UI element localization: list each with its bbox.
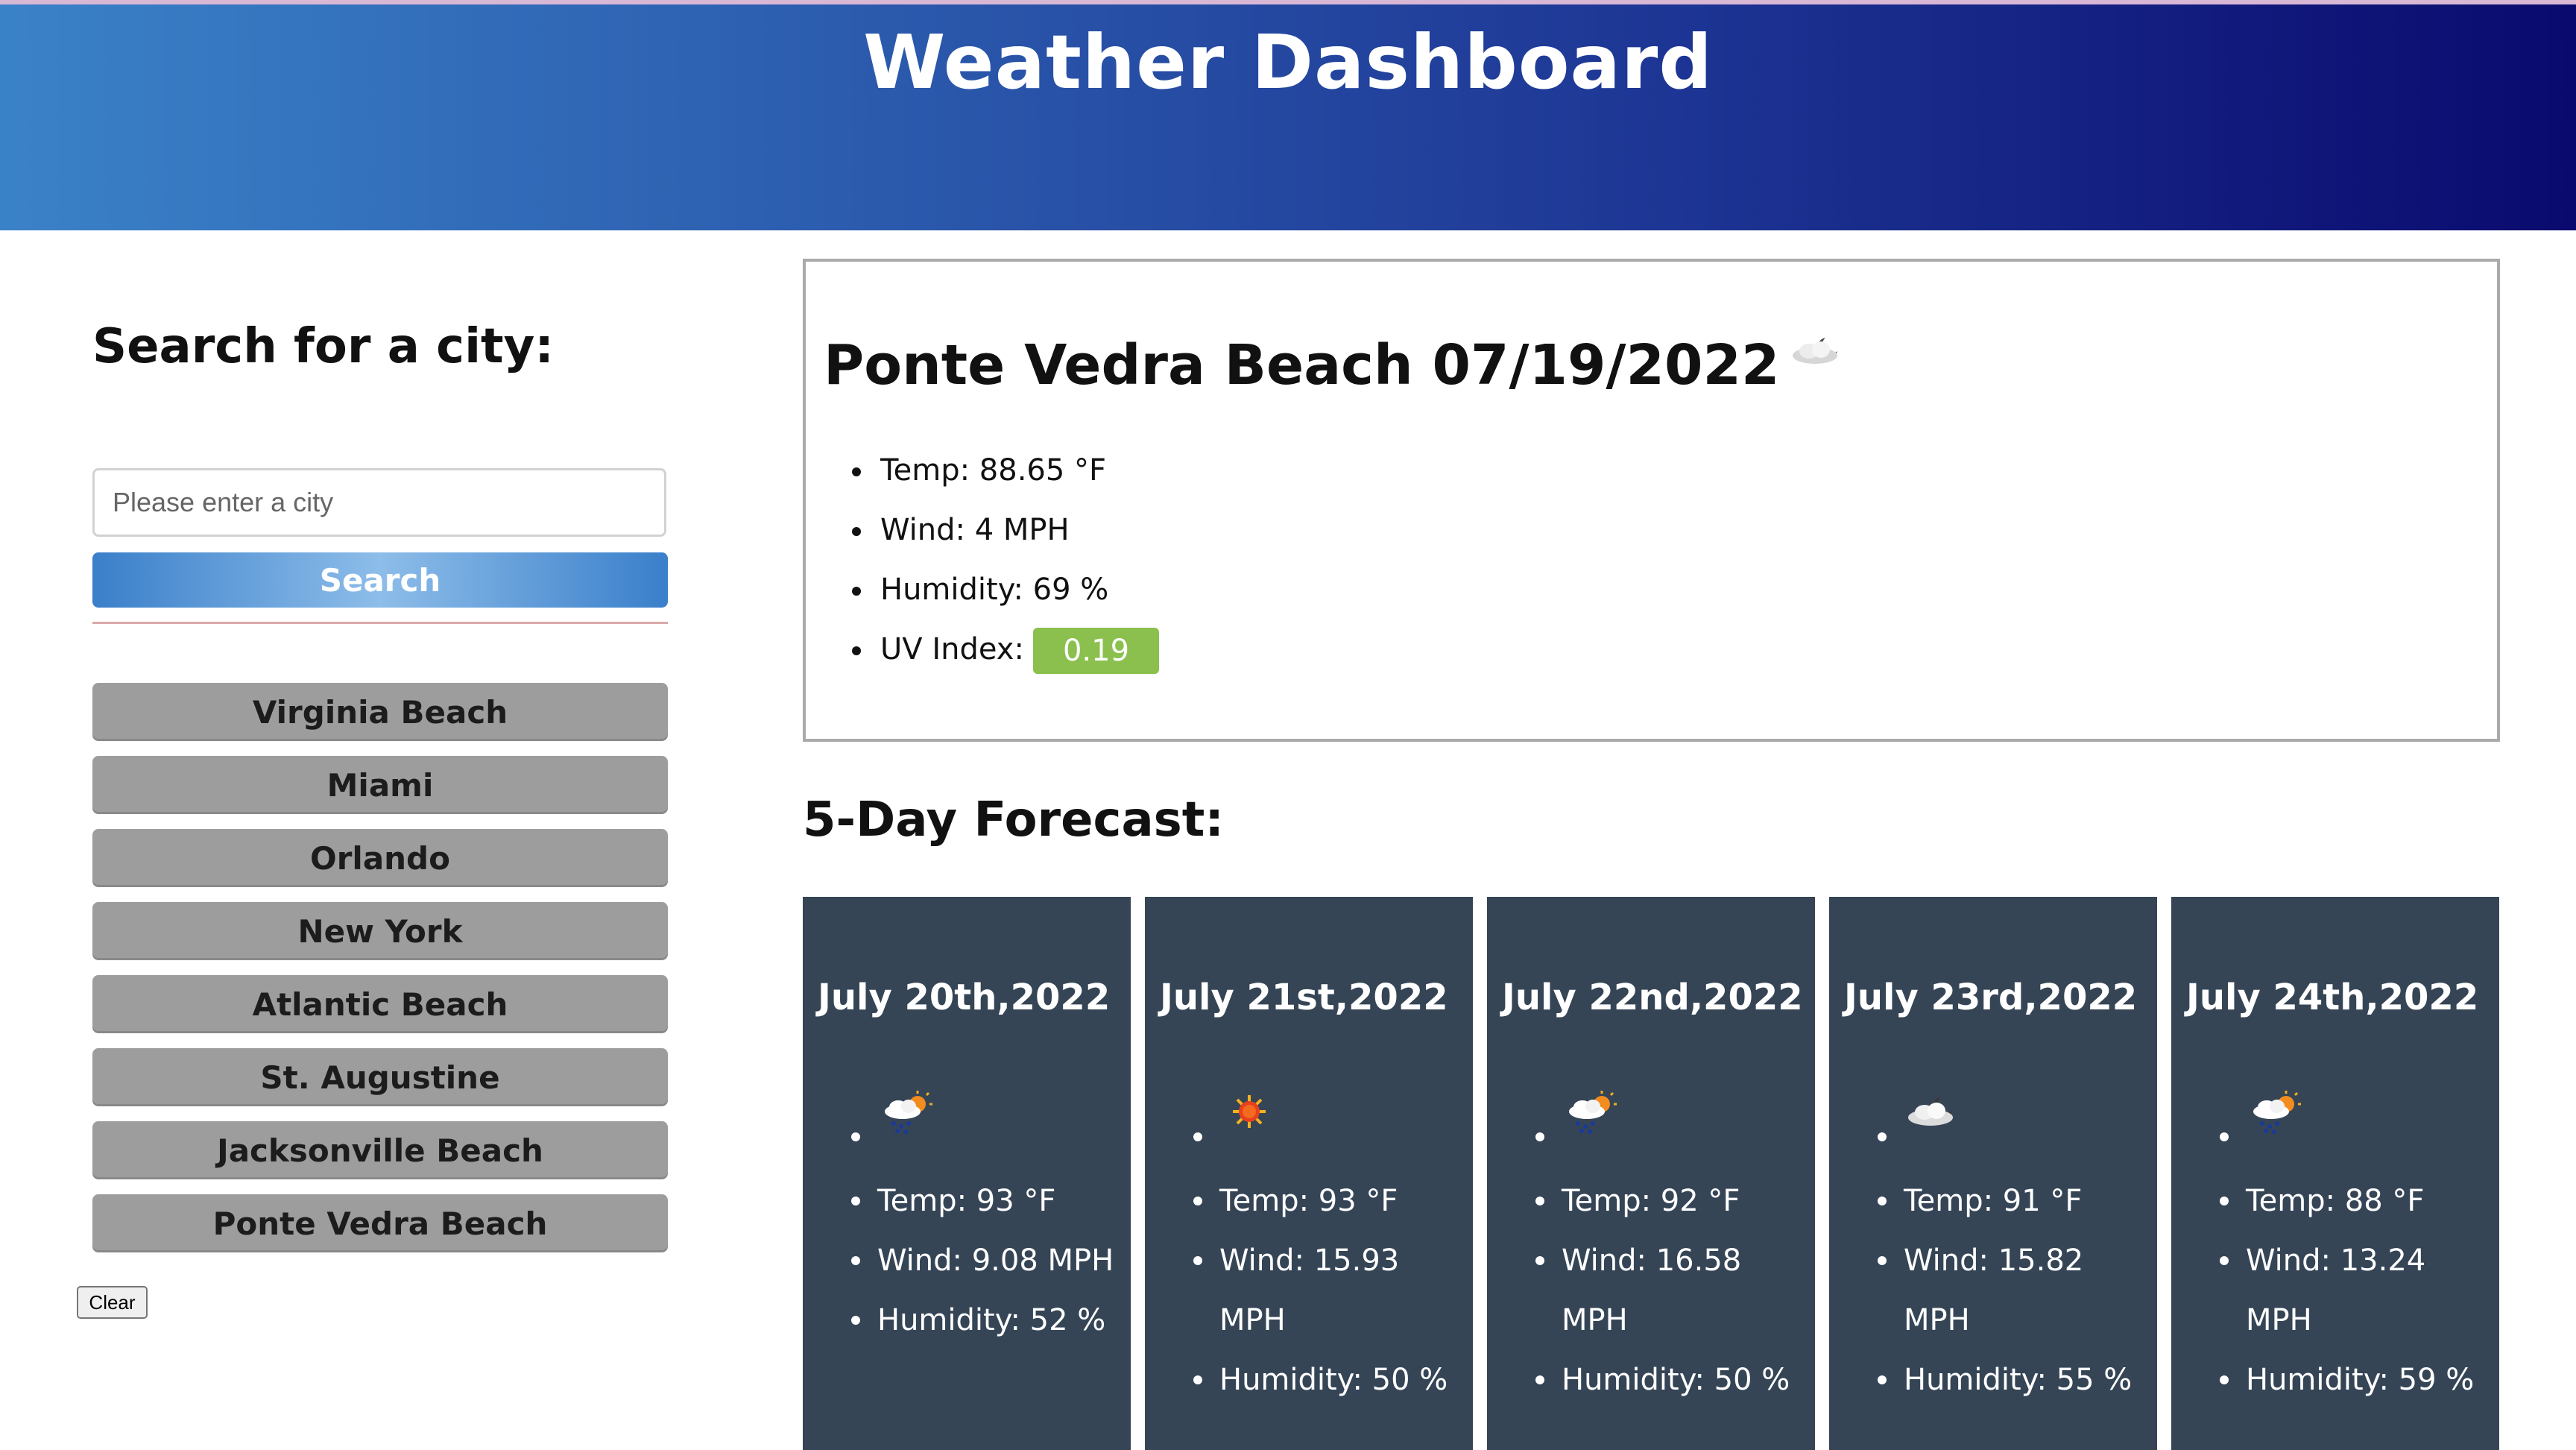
forecast-date: July 23rd,2022 — [1844, 977, 2138, 1018]
forecast-heading: 5-Day Forecast: — [803, 792, 1224, 848]
forecast-humidity: Humidity: 50 % — [1145, 1350, 1473, 1410]
forecast-temp: Temp: 88 °F — [2171, 1171, 2499, 1231]
sun-rain-cloud-icon — [1569, 1091, 1617, 1134]
history-city-button[interactable]: Miami — [92, 756, 668, 814]
sun-rain-cloud-icon — [885, 1091, 932, 1134]
forecast-icon-item — [1829, 1089, 2157, 1149]
sun-icon — [1233, 1095, 1266, 1128]
uv-index-badge: 0.19 — [1032, 628, 1160, 674]
clear-history-button[interactable]: Clear — [77, 1286, 148, 1319]
forecast-humidity: Humidity: 55 % — [1829, 1350, 2157, 1410]
current-city-date: Ponte Vedra Beach 07/19/2022 — [824, 333, 1780, 397]
forecast-humidity: Humidity: 50 % — [1487, 1350, 1815, 1410]
forecast-icon-item — [1145, 1089, 1473, 1149]
forecast-card: July 21st,2022 Temp: 93 °F Wind: 15.93 M… — [1145, 897, 1473, 1450]
forecast-icon-item — [1487, 1089, 1815, 1149]
forecast-details: Temp: 91 °F Wind: 15.82 MPH Humidity: 55… — [1829, 1171, 2157, 1410]
forecast-details: Temp: 93 °F Wind: 15.93 MPH Humidity: 50… — [1145, 1171, 1473, 1410]
city-search-input[interactable] — [92, 468, 666, 537]
history-city-button[interactable]: Ponte Vedra Beach — [92, 1194, 668, 1252]
page-title: Weather Dashboard — [863, 19, 1713, 106]
cloudy-moon-icon — [1908, 1097, 1953, 1126]
forecast-card: July 23rd,2022 Temp: 91 °F Wind: 15.82 M… — [1829, 897, 2157, 1450]
forecast-temp: Temp: 92 °F — [1487, 1171, 1815, 1231]
forecast-date: July 22nd,2022 — [1502, 977, 1803, 1018]
forecast-wind: Wind: 13.24 MPH — [2171, 1231, 2499, 1350]
forecast-card: July 24th,2022 Temp: 88 °F Wind: 13.24 M… — [2171, 897, 2499, 1450]
divider — [92, 622, 668, 624]
history-city-button[interactable]: Virginia Beach — [92, 683, 668, 741]
cloudy-moon-icon — [1793, 338, 1838, 364]
search-button[interactable]: Search — [92, 552, 668, 608]
current-temp: Temp: 88.65 °F — [821, 441, 1159, 500]
current-weather-details: Temp: 88.65 °F Wind: 4 MPH Humidity: 69 … — [821, 441, 1160, 679]
forecast-wind: Wind: 16.58 MPH — [1487, 1231, 1815, 1350]
bullet — [1535, 1132, 1544, 1141]
uv-label: UV Index: — [880, 632, 1024, 666]
bullet — [1193, 1132, 1202, 1141]
forecast-humidity: Humidity: 59 % — [2171, 1350, 2499, 1410]
current-uv-item: UV Index: 0.19 — [821, 620, 1160, 679]
forecast-date: July 24th,2022 — [2186, 977, 2479, 1018]
sun-rain-cloud-icon — [2253, 1091, 2301, 1134]
forecast-card: July 22nd,2022 Temp: 92 °F Wind: 16.58 M… — [1487, 897, 1815, 1450]
forecast-humidity: Humidity: 52 % — [803, 1290, 1131, 1350]
forecast-icon-item — [803, 1089, 1131, 1149]
bullet — [2220, 1132, 2229, 1141]
forecast-temp: Temp: 93 °F — [1145, 1171, 1473, 1231]
bullet — [851, 1132, 860, 1141]
forecast-icon-item — [2171, 1089, 2499, 1149]
history-city-button[interactable]: Orlando — [92, 829, 668, 887]
forecast-wind: Wind: 15.82 MPH — [1829, 1231, 2157, 1350]
forecast-card: July 20th,2022 Temp: 93 °F Wind: 9.08 MP… — [803, 897, 1131, 1450]
forecast-wind: Wind: 9.08 MPH — [803, 1231, 1131, 1290]
forecast-details: Temp: 93 °F Wind: 9.08 MPH Humidity: 52 … — [803, 1171, 1131, 1350]
current-humidity: Humidity: 69 % — [821, 560, 1159, 620]
forecast-date: July 20th,2022 — [818, 977, 1111, 1018]
history-city-button[interactable]: Jacksonville Beach — [92, 1121, 668, 1179]
history-city-button[interactable]: Atlantic Beach — [92, 975, 668, 1033]
current-weather-card: Ponte Vedra Beach 07/19/2022 Temp: 88.65… — [803, 259, 2500, 742]
forecast-date: July 21st,2022 — [1160, 977, 1448, 1018]
history-city-button[interactable]: New York — [92, 902, 668, 960]
current-wind: Wind: 4 MPH — [821, 500, 1159, 560]
current-weather-title: Ponte Vedra Beach 07/19/2022 — [824, 327, 1854, 403]
bullet — [1878, 1132, 1887, 1141]
search-heading: Search for a city: — [92, 319, 554, 374]
forecast-details: Temp: 88 °F Wind: 13.24 MPH Humidity: 59… — [2171, 1171, 2499, 1410]
history-city-button[interactable]: St. Augustine — [92, 1048, 668, 1106]
forecast-temp: Temp: 93 °F — [803, 1171, 1131, 1231]
search-history-list: Virginia Beach Miami Orlando New York At… — [92, 683, 668, 1267]
page-header: Weather Dashboard — [0, 4, 2576, 230]
forecast-details: Temp: 92 °F Wind: 16.58 MPH Humidity: 50… — [1487, 1171, 1815, 1410]
forecast-wind: Wind: 15.93 MPH — [1145, 1231, 1473, 1350]
forecast-temp: Temp: 91 °F — [1829, 1171, 2157, 1231]
